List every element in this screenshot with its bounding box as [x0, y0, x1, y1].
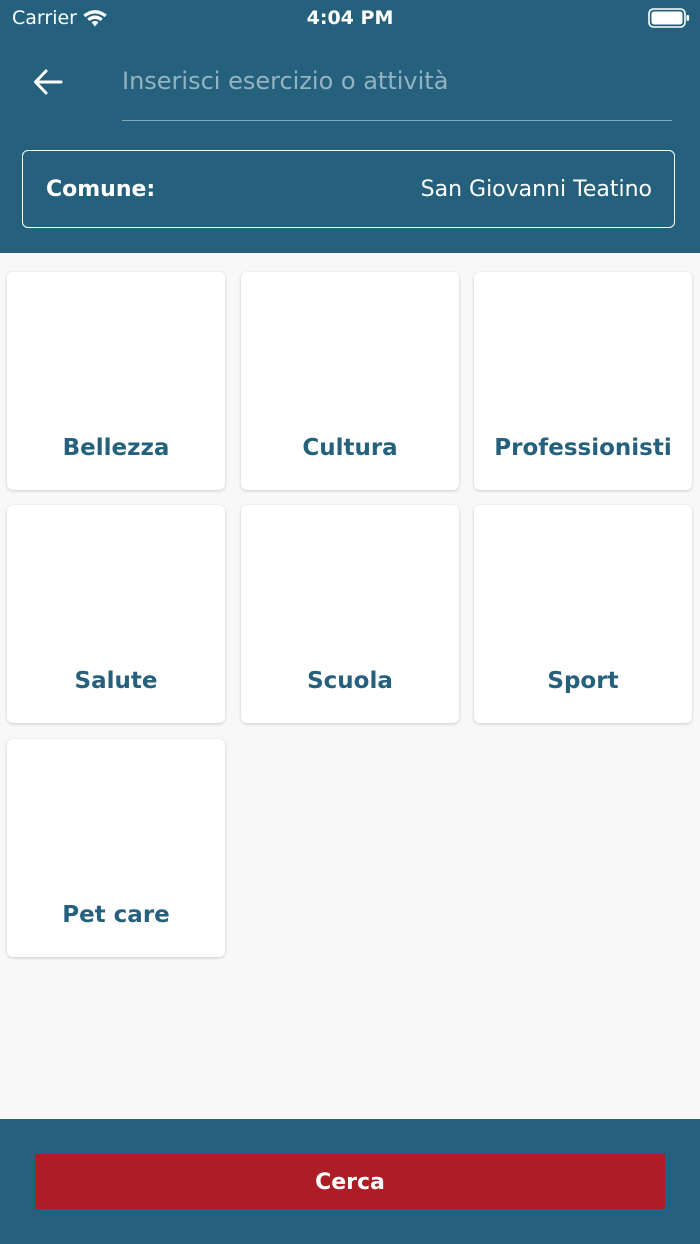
category-label: Pet care	[62, 902, 170, 928]
category-label: Cultura	[302, 435, 398, 461]
category-label: Bellezza	[62, 435, 170, 461]
category-label: Salute	[74, 668, 158, 694]
battery-full-icon	[648, 8, 690, 28]
search-field-container	[122, 58, 672, 121]
category-card-scuola[interactable]: Scuola	[241, 505, 459, 723]
header: Carrier 4:04 PM Comune: San Giovanni Tea…	[0, 0, 700, 253]
category-card-bellezza[interactable]: Bellezza	[7, 272, 225, 490]
back-button[interactable]	[28, 62, 68, 102]
footer: Cerca	[0, 1119, 700, 1244]
search-button[interactable]: Cerca	[35, 1154, 665, 1209]
status-bar: Carrier 4:04 PM	[0, 0, 700, 36]
status-time: 4:04 PM	[306, 7, 394, 29]
comune-selector[interactable]: Comune: San Giovanni Teatino	[22, 150, 675, 228]
category-card-pet-care[interactable]: Pet care	[7, 739, 225, 957]
category-card-cultura[interactable]: Cultura	[241, 272, 459, 490]
arrow-left-icon	[34, 69, 63, 95]
category-label: Professionisti	[494, 435, 672, 461]
category-card-salute[interactable]: Salute	[7, 505, 225, 723]
category-card-professionisti[interactable]: Professionisti	[474, 272, 692, 490]
category-grid: Bellezza Cultura Professionisti Salute S…	[0, 253, 700, 1119]
category-card-sport[interactable]: Sport	[474, 505, 692, 723]
comune-label: Comune:	[46, 177, 156, 202]
search-input[interactable]	[122, 58, 672, 104]
comune-value: San Giovanni Teatino	[420, 177, 652, 202]
category-label: Sport	[547, 668, 619, 694]
category-label: Scuola	[307, 668, 393, 694]
